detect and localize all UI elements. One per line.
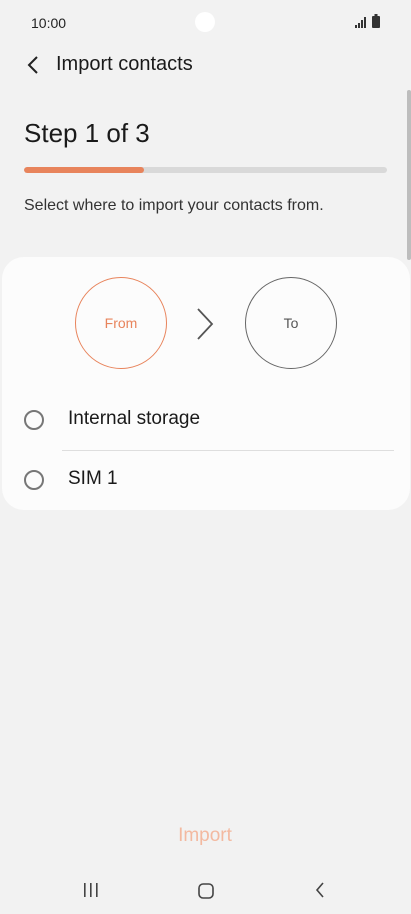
app-header: Import contacts <box>0 44 411 88</box>
chevron-right-icon <box>197 308 214 340</box>
step-title: Step 1 of 3 <box>24 118 150 148</box>
scrollbar[interactable] <box>407 90 411 260</box>
option-label: Internal storage <box>68 408 201 429</box>
source-card: From To Internal storage SIM 1 <box>2 257 410 510</box>
recents-icon[interactable] <box>82 882 100 898</box>
camera-cutout <box>195 12 215 32</box>
from-label: From <box>104 315 138 331</box>
from-circle: From <box>75 277 167 369</box>
status-bar: 10:00 <box>0 0 411 44</box>
home-icon[interactable] <box>197 882 215 900</box>
chevron-left-icon <box>27 56 38 74</box>
signal-icon <box>355 17 366 28</box>
radio-button[interactable] <box>24 410 44 430</box>
battery-icon <box>372 14 380 28</box>
to-label: To <box>283 315 299 331</box>
radio-button[interactable] <box>24 470 44 490</box>
import-button[interactable]: Import <box>155 825 255 853</box>
navigation-bar <box>0 866 411 914</box>
back-icon[interactable] <box>313 881 327 899</box>
status-time: 10:00 <box>31 15 67 31</box>
progress-bar <box>24 167 387 173</box>
page-title: Import contacts <box>56 53 193 75</box>
to-circle: To <box>245 277 337 369</box>
option-internal-storage[interactable]: Internal storage <box>2 390 410 450</box>
instruction-text: Select where to import your contacts fro… <box>24 197 324 214</box>
option-sim-1[interactable]: SIM 1 <box>2 450 410 510</box>
progress-fill <box>24 167 144 173</box>
back-button[interactable] <box>18 50 48 80</box>
option-label: SIM 1 <box>68 468 118 489</box>
